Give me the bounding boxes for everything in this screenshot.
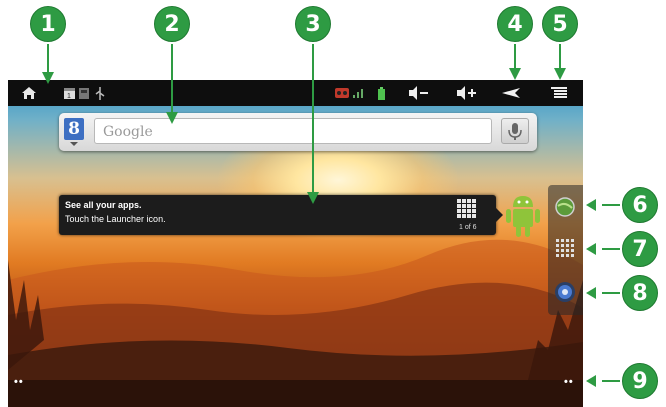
callout-5: 5: [542, 6, 578, 42]
callout-8: 8: [622, 275, 658, 311]
callout-7: 7: [622, 231, 658, 267]
callout-2: 2: [154, 6, 190, 42]
callout-3: 3: [295, 6, 331, 42]
callout-4: 4: [497, 6, 533, 42]
callout-1: 1: [30, 6, 66, 42]
callout-6: 6: [622, 187, 658, 223]
callout-connectors: [42, 44, 620, 387]
callout-9: 9: [622, 363, 658, 399]
